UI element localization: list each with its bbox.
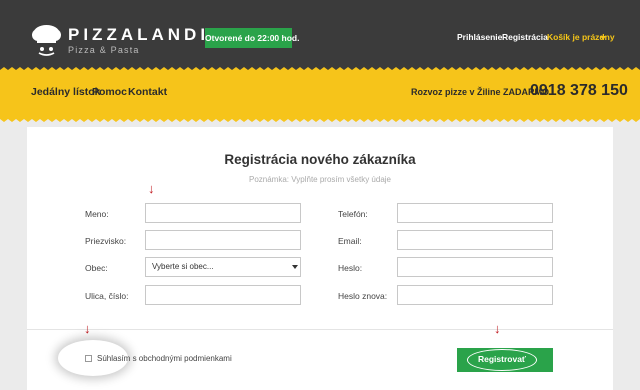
street-input[interactable]	[145, 285, 301, 305]
surname-label: Priezvisko:	[85, 236, 127, 246]
brand-tagline: Pizza & Pasta	[68, 45, 140, 55]
surname-input[interactable]	[145, 230, 301, 250]
nav-item-contact[interactable]: Kontakt	[128, 86, 167, 98]
register-link[interactable]: Registrácia	[502, 32, 548, 42]
name-label: Meno:	[85, 209, 109, 219]
annotation-arrow-down: ↓	[84, 321, 91, 336]
password-input[interactable]	[397, 257, 553, 277]
annotation-arrow-down: ↓	[148, 181, 155, 196]
zigzag-bottom-edge	[0, 116, 640, 122]
name-input[interactable]	[145, 203, 301, 223]
street-label: Ulica, číslo:	[85, 291, 129, 301]
annotation-arrow-down: ↓	[494, 321, 501, 336]
nav-item-help[interactable]: Pomoc	[92, 86, 127, 98]
password-label: Heslo:	[338, 263, 363, 273]
terms-checkbox[interactable]	[85, 355, 92, 362]
page-title: Registrácia nového zákazníka	[224, 152, 416, 167]
chevron-down-icon[interactable]	[292, 265, 298, 269]
phone-input[interactable]	[397, 203, 553, 223]
login-link[interactable]: Prihlásenie	[457, 32, 502, 42]
email-input[interactable]	[397, 230, 553, 250]
opening-hours-badge: Otvorené do 22:00 hod.	[205, 28, 299, 48]
city-label: Obec:	[85, 263, 108, 273]
form-divider	[27, 329, 613, 330]
email-label: Email:	[338, 236, 362, 246]
chevron-down-icon[interactable]	[600, 36, 606, 40]
nav-item-menu[interactable]: Jedálny lístok	[31, 86, 100, 98]
zigzag-top-edge	[0, 67, 640, 73]
password-again-input[interactable]	[397, 285, 553, 305]
password-again-label: Heslo znova:	[338, 291, 388, 301]
form-note: Poznámka: Vyplňte prosím všetky údaje	[249, 175, 391, 184]
chef-hat-logo-icon[interactable]	[30, 22, 63, 56]
register-button-label[interactable]: Registrovať	[467, 349, 537, 371]
brand-name[interactable]: PIZZALANDIA	[68, 26, 225, 44]
phone-number: 0918 378 150	[530, 82, 628, 99]
delivery-info: Rozvoz pizze v Žiline ZADARMO	[411, 87, 550, 97]
terms-label[interactable]: Súhlasím s obchodnými podmienkami	[97, 354, 232, 363]
phone-label: Telefón:	[338, 209, 368, 219]
city-select[interactable]: Vyberte si obec...	[145, 257, 301, 277]
